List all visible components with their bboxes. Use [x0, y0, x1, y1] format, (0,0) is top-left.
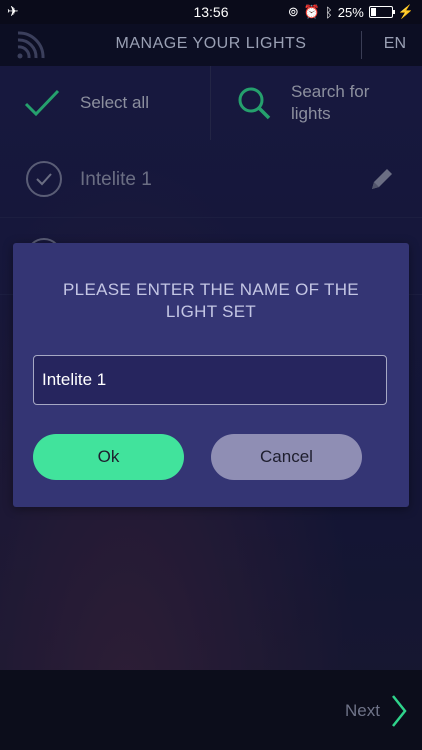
header-divider: [361, 31, 362, 59]
page-title: MANAGE YOUR LIGHTS: [115, 35, 307, 52]
rotation-lock-icon: ⊚: [287, 4, 299, 19]
footer-bar: Next: [0, 670, 422, 750]
battery-icon: [368, 6, 395, 18]
app-header: MANAGE YOUR LIGHTS EN: [0, 24, 422, 66]
status-bar: ✈ 13:56 ⊚ ⏰ ᛒ 25% ⚡: [0, 0, 422, 24]
alarm-icon: ⏰: [303, 4, 320, 19]
rename-dialog: PLEASE ENTER THE NAME OF THE LIGHT SET O…: [13, 243, 409, 507]
cancel-button[interactable]: Cancel: [211, 434, 362, 480]
next-button[interactable]: Next: [345, 701, 380, 721]
charging-icon: ⚡: [397, 4, 414, 19]
status-right: ⊚ ⏰ ᛒ 25% ⚡: [288, 4, 414, 20]
ok-button[interactable]: Ok: [33, 434, 184, 480]
battery-percent: 25%: [337, 4, 364, 20]
light-set-name-input[interactable]: [33, 355, 387, 405]
dialog-message: PLEASE ENTER THE NAME OF THE LIGHT SET: [63, 280, 359, 321]
bluetooth-icon: ᛒ: [324, 4, 333, 20]
chevron-right-icon[interactable]: [390, 694, 408, 728]
language-button[interactable]: EN: [384, 35, 406, 53]
